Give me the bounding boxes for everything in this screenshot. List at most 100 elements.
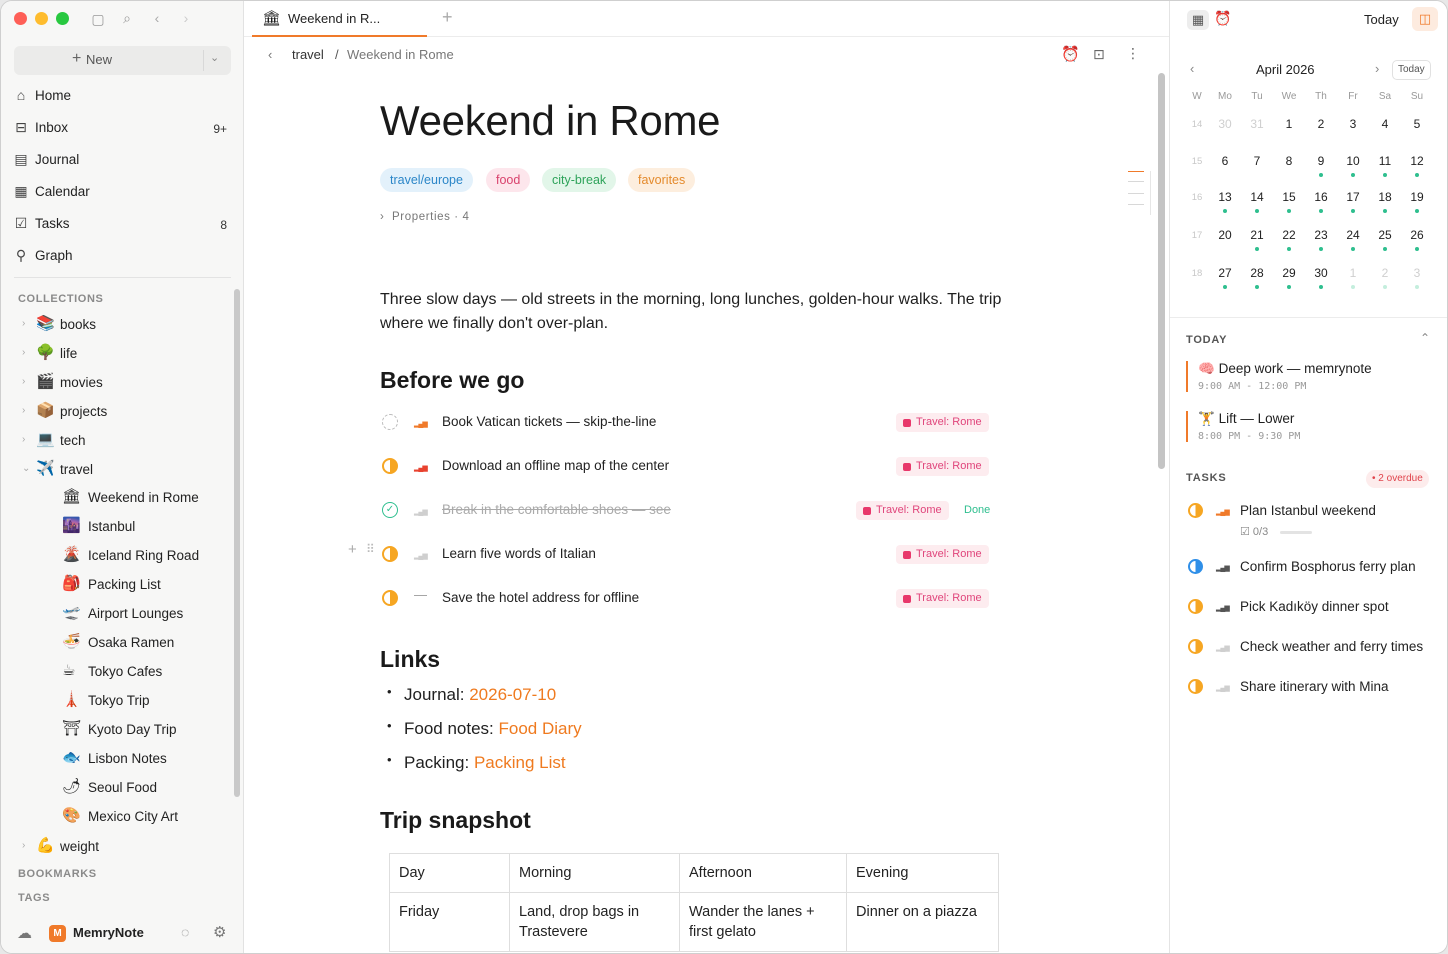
search-icon[interactable]: ⌕ [118,10,136,26]
calendar-day[interactable]: 29 [1274,266,1304,280]
calendar-day[interactable]: 28 [1242,266,1272,280]
tree-item-movies[interactable]: › 🎬 movies [22,372,229,394]
tag-chip[interactable]: food [486,168,531,192]
task-status-icon[interactable] [382,546,398,562]
task-status-icon[interactable] [382,414,398,430]
calendar-day[interactable]: 2 [1306,117,1336,131]
tree-item-mexico-city-art[interactable]: 🎨 Mexico City Art [62,806,229,828]
calendar-day[interactable]: 13 [1210,190,1240,204]
calendar-day[interactable]: 27 [1210,266,1240,280]
calendar-day[interactable]: 20 [1210,228,1240,242]
internal-link[interactable]: Packing List [474,753,566,772]
tab-weekend-in-rome[interactable]: 🏛 Weekend in R... [252,1,427,37]
tree-item-iceland-ring-road[interactable]: 🌋 Iceland Ring Road [62,545,229,567]
chevron-right-icon[interactable]: › [22,376,25,387]
priority-bars-icon[interactable]: ▂▄▆ [414,463,428,475]
new-button[interactable]: + New ⌄ [14,46,231,75]
calendar-day[interactable]: 30 [1210,117,1240,131]
tree-item-tech[interactable]: › 💻 tech [22,430,229,452]
alarm-clock-icon[interactable]: ⏰ [1061,45,1080,63]
task-item[interactable]: ✓ ▂▄▆ Break in the comfortable shoes — see… [380,498,1000,522]
drag-handle-icon[interactable]: ⠿ [366,542,375,556]
task-status-icon[interactable] [1188,503,1203,518]
calendar-day[interactable]: 3 [1338,117,1368,131]
sidebar-scrollbar[interactable] [234,289,240,797]
tree-item-kyoto-day-trip[interactable]: ⛩ Kyoto Day Trip [62,719,229,741]
table-cell[interactable]: Wander the lanes + first gelato [679,892,847,952]
brand-name[interactable]: MemryNote [73,925,144,940]
sync-cloud-icon[interactable]: ☁ [17,924,32,942]
intro-paragraph[interactable]: Three slow days — old streets in the mor… [380,288,1030,336]
calendar-day[interactable]: 3 [1402,266,1432,280]
calendar-day[interactable]: 7 [1242,154,1272,168]
calendar-day[interactable]: 4 [1370,117,1400,131]
collapse-chevron-icon[interactable]: ⌃ [1420,331,1430,345]
table-header[interactable]: Afternoon [679,853,847,893]
toc-marker[interactable] [1128,193,1144,194]
add-block-plus-icon[interactable]: + [348,541,357,558]
tree-item-travel[interactable]: ⌄ ✈️ travel [22,459,229,481]
overdue-badge[interactable]: • 2 overdue [1366,470,1429,488]
table-cell[interactable]: Friday [389,892,510,952]
forward-arrow-icon[interactable]: › [178,10,194,26]
tags-heading[interactable]: TAGS [18,892,50,904]
settings-gear-icon[interactable]: ⚙ [213,923,226,941]
task-status-icon[interactable] [1188,559,1203,574]
task-tag-pill[interactable]: Travel: Rome [896,413,989,432]
toc-marker[interactable] [1128,181,1144,182]
tree-item-weight[interactable]: › 💪 weight [22,836,229,858]
internal-link[interactable]: Food Diary [499,719,582,738]
today-chip[interactable]: Today [1392,60,1431,80]
calendar-day[interactable]: 11 [1370,154,1400,168]
editor-scrollbar[interactable] [1158,73,1165,469]
priority-bars-icon[interactable]: ▂▄▆ [414,507,428,519]
sidebar-item-graph[interactable]: ⚲ Graph [13,244,231,268]
tag-chip[interactable]: travel/europe [380,168,473,192]
calendar-view-icon[interactable]: ▦ [1187,10,1209,30]
tree-item-packing-list[interactable]: 🎒 Packing List [62,574,229,596]
calendar-day[interactable]: 26 [1402,228,1432,242]
tree-item-weekend-in-rome[interactable]: 🏛 Weekend in Rome [62,487,229,509]
chevron-right-icon[interactable]: › [22,840,25,851]
calendar-day[interactable]: 8 [1274,154,1304,168]
chat-icon[interactable]: ◌ [181,924,189,940]
task-status-icon[interactable] [382,590,398,606]
bookmark-icon[interactable]: ⊡ [1093,46,1105,63]
calendar-day[interactable]: 24 [1338,228,1368,242]
heading-before-we-go[interactable]: Before we go [380,367,524,394]
page-title[interactable]: Weekend in Rome [380,97,721,145]
calendar-day[interactable]: 5 [1402,117,1432,131]
calendar-day[interactable]: 21 [1242,228,1272,242]
sidebar-task-item[interactable]: ▂▄▆ Share itinerary with Mina [1188,676,1443,698]
calendar-day[interactable]: 10 [1338,154,1368,168]
calendar-day[interactable]: 6 [1210,154,1240,168]
close-window-button[interactable] [14,12,27,25]
priority-bars-icon[interactable]: ▂▄▆ [414,551,428,563]
calendar-event[interactable]: 🧠 Deep work — memrynote 9:00 AM - 12:00 P… [1186,361,1436,392]
toc-marker[interactable] [1128,204,1144,205]
calendar-day[interactable]: 22 [1274,228,1304,242]
sidebar-item-inbox[interactable]: ⊟ Inbox 9+ [13,116,231,140]
tree-item-books[interactable]: › 📚 books [22,314,229,336]
tree-item-projects[interactable]: › 📦 projects [22,401,229,423]
alarm-view-icon[interactable]: ⏰ [1214,10,1231,27]
task-status-icon[interactable] [1188,679,1203,694]
tree-item-osaka-ramen[interactable]: 🍜 Osaka Ramen [62,632,229,654]
zoom-window-button[interactable] [56,12,69,25]
sidebar-task-item[interactable]: ▂▄▆ Confirm Bosphorus ferry plan [1188,556,1443,578]
calendar-day[interactable]: 23 [1306,228,1336,242]
task-tag-pill[interactable]: Travel: Rome [896,589,989,608]
back-arrow-icon[interactable]: ‹ [149,10,165,26]
chevron-down-icon[interactable]: ⌄ [210,51,219,64]
calendar-day[interactable]: 30 [1306,266,1336,280]
task-item[interactable]: ▂▄▆ Learn five words of Italian Travel: Ro… [380,542,1000,566]
tree-item-tokyo-cafes[interactable]: ☕ Tokyo Cafes [62,661,229,683]
table-cell[interactable]: Dinner on a piazza [846,892,999,952]
sidebar-task-item[interactable]: ▂▄▆ Pick Kadıköy dinner spot [1188,596,1443,618]
chevron-right-icon[interactable]: › [22,318,25,329]
minimize-window-button[interactable] [35,12,48,25]
task-status-icon[interactable]: ✓ [382,502,398,518]
chevron-right-icon[interactable]: › [22,347,25,358]
calendar-day[interactable]: 18 [1370,190,1400,204]
sidebar-item-calendar[interactable]: ▦ Calendar [13,180,231,204]
